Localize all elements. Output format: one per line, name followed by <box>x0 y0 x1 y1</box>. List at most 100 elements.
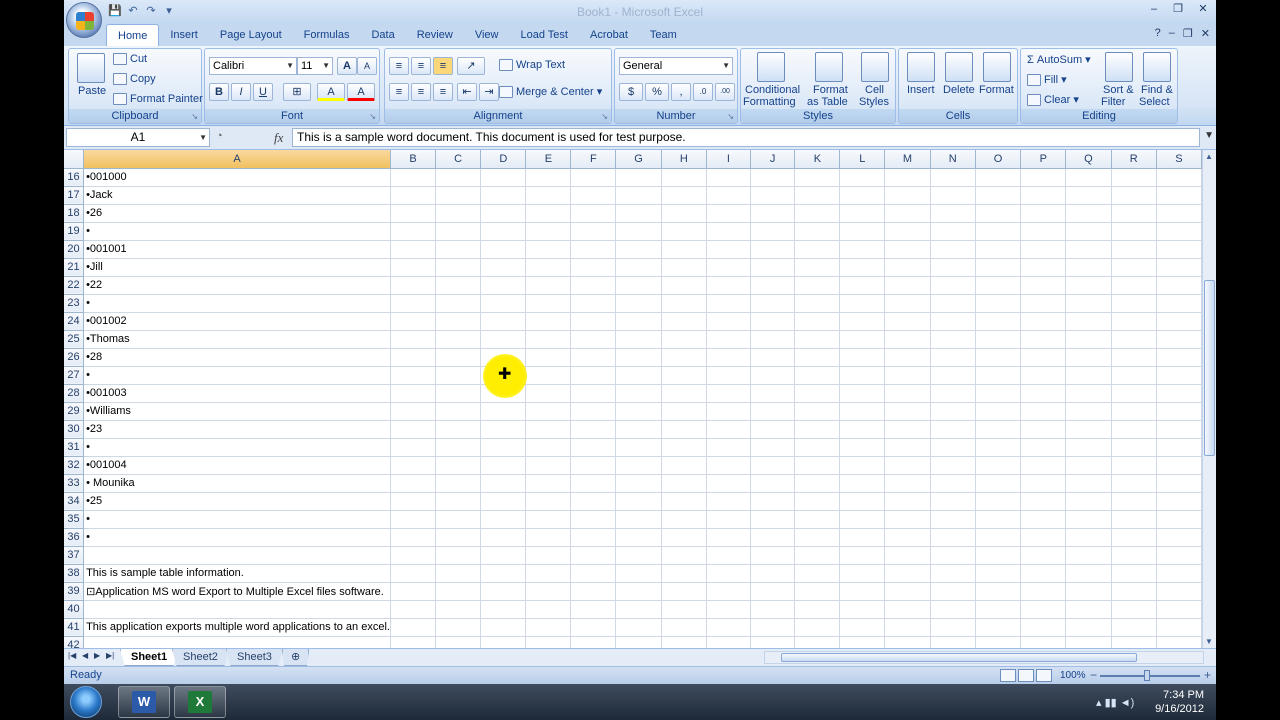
cell-g[interactable] <box>615 384 662 403</box>
cell-c[interactable] <box>435 258 482 277</box>
cell-n[interactable] <box>930 330 976 349</box>
cell-e[interactable] <box>525 186 572 205</box>
vertical-scroll-thumb[interactable] <box>1204 280 1215 456</box>
cell-d[interactable] <box>480 510 527 529</box>
cell-n[interactable] <box>930 402 976 421</box>
cell-i[interactable] <box>706 600 751 619</box>
cell-i[interactable] <box>706 348 751 367</box>
cell-n[interactable] <box>930 168 976 187</box>
cell-j[interactable] <box>750 618 796 637</box>
cell-s[interactable] <box>1156 222 1202 241</box>
alignment-launcher-icon[interactable]: ↘ <box>601 112 608 121</box>
cell-d[interactable] <box>480 168 527 187</box>
cell-m[interactable] <box>884 348 931 367</box>
cell-b[interactable] <box>390 564 437 583</box>
normal-view-icon[interactable] <box>1000 669 1016 682</box>
cell-m[interactable] <box>884 168 931 187</box>
cell-e[interactable] <box>525 276 572 295</box>
cell-r[interactable] <box>1111 348 1157 367</box>
cell-o[interactable] <box>975 240 1022 259</box>
cell-j[interactable] <box>750 222 796 241</box>
paste-icon[interactable] <box>77 53 105 83</box>
cell-d[interactable] <box>480 438 527 457</box>
cell-a[interactable]: •001002 <box>83 312 391 331</box>
cell-d[interactable] <box>480 276 527 295</box>
cell-a[interactable]: •001001 <box>83 240 391 259</box>
cell-m[interactable] <box>884 546 931 565</box>
find-select-button[interactable]: Find & <box>1141 84 1173 96</box>
cell-i[interactable] <box>706 240 751 259</box>
cell-h[interactable] <box>661 564 707 583</box>
row-header[interactable]: 23 <box>64 294 85 313</box>
increase-decimal-button[interactable]: .0 <box>693 83 713 101</box>
cell-k[interactable] <box>794 366 841 385</box>
cell-i[interactable] <box>706 618 751 637</box>
cell-d[interactable] <box>480 420 527 439</box>
cell-i[interactable] <box>706 438 751 457</box>
cell-i[interactable] <box>706 636 751 648</box>
cell-d[interactable] <box>480 474 527 493</box>
cell-c[interactable] <box>435 240 482 259</box>
column-header-e[interactable]: E <box>525 150 572 169</box>
cell-c[interactable] <box>435 546 482 565</box>
row-header[interactable]: 35 <box>64 510 85 529</box>
cell-n[interactable] <box>930 258 976 277</box>
cell-q[interactable] <box>1065 294 1112 313</box>
cell-h[interactable] <box>661 312 707 331</box>
cell-p[interactable] <box>1020 294 1067 313</box>
cell-g[interactable] <box>615 474 662 493</box>
cell-n[interactable] <box>930 186 976 205</box>
cell-q[interactable] <box>1065 240 1112 259</box>
cell-a[interactable]: •26 <box>83 204 391 223</box>
cell-l[interactable] <box>839 438 886 457</box>
cell-o[interactable] <box>975 330 1022 349</box>
cell-g[interactable] <box>615 258 662 277</box>
align-left-button[interactable]: ≡ <box>389 83 409 101</box>
cell-h[interactable] <box>661 474 707 493</box>
sheet-tab-sheet3[interactable]: Sheet3 <box>226 649 283 666</box>
row-header[interactable]: 31 <box>64 438 85 457</box>
column-header-h[interactable]: H <box>661 150 707 169</box>
cell-k[interactable] <box>794 636 841 648</box>
cell-f[interactable] <box>570 294 617 313</box>
cell-j[interactable] <box>750 348 796 367</box>
cell-d[interactable] <box>480 294 527 313</box>
cell-q[interactable] <box>1065 420 1112 439</box>
cell-s[interactable] <box>1156 384 1202 403</box>
cell-h[interactable] <box>661 546 707 565</box>
cell-n[interactable] <box>930 546 976 565</box>
cell-o[interactable] <box>975 528 1022 547</box>
cell-j[interactable] <box>750 312 796 331</box>
cell-k[interactable] <box>794 402 841 421</box>
cell-a[interactable]: • <box>83 438 391 457</box>
cell-q[interactable] <box>1065 312 1112 331</box>
cell-e[interactable] <box>525 600 572 619</box>
decrease-indent-button[interactable]: ⇤ <box>457 83 477 101</box>
cell-table[interactable]: ABCDEFGHIJKLMNOPQRS 16 •001000 17 •Jack 18 •2… <box>64 150 1202 648</box>
cell-l[interactable] <box>839 294 886 313</box>
cell-h[interactable] <box>661 222 707 241</box>
cell-i[interactable] <box>706 402 751 421</box>
cell-h[interactable] <box>661 618 707 637</box>
cell-m[interactable] <box>884 420 931 439</box>
row-header[interactable]: 36 <box>64 528 85 547</box>
cell-h[interactable] <box>661 420 707 439</box>
cell-j[interactable] <box>750 528 796 547</box>
row-header[interactable]: 42 <box>64 636 85 648</box>
cell-r[interactable] <box>1111 492 1157 511</box>
clock[interactable]: 7:34 PM 9/16/2012 <box>1155 688 1204 716</box>
cell-o[interactable] <box>975 366 1022 385</box>
column-header-i[interactable]: I <box>706 150 751 169</box>
cell-k[interactable] <box>794 528 841 547</box>
sheet-tab-sheet1[interactable]: Sheet1 <box>120 649 179 666</box>
number-launcher-icon[interactable]: ↘ <box>727 112 734 121</box>
cell-i[interactable] <box>706 510 751 529</box>
cell-g[interactable] <box>615 240 662 259</box>
horizontal-scrollbar[interactable] <box>764 651 1204 664</box>
row-header[interactable]: 32 <box>64 456 85 475</box>
cell-styles-label-2[interactable]: Styles <box>859 96 889 108</box>
cell-n[interactable] <box>930 312 976 331</box>
cell-a[interactable]: This is sample table information. <box>83 564 391 583</box>
cell-q[interactable] <box>1065 456 1112 475</box>
row-header[interactable]: 30 <box>64 420 85 439</box>
